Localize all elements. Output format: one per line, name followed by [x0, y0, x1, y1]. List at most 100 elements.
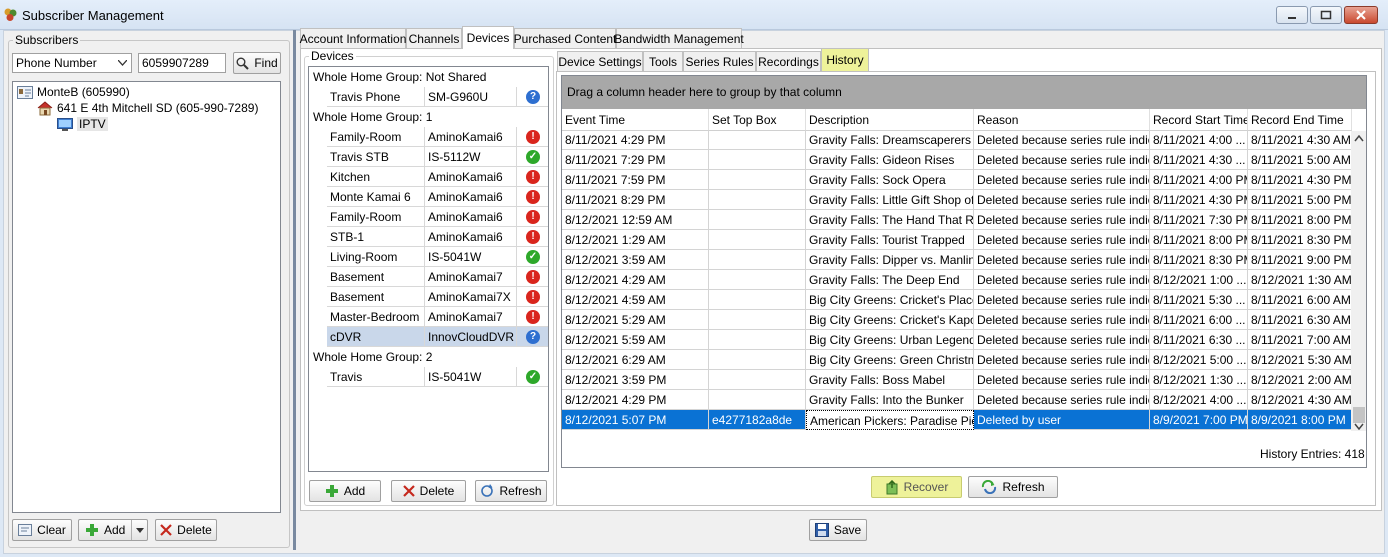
history-cell: Gravity Falls: Sock Opera [806, 170, 974, 190]
error-status-icon: ! [526, 290, 540, 304]
device-row[interactable]: Monte Kamai 6 AminoKamai6! [327, 187, 548, 207]
vertical-scrollbar[interactable] [1351, 131, 1366, 431]
column-header[interactable]: Record End Time [1248, 109, 1352, 131]
history-cell: 8/12/2021 2:00 AM [1248, 370, 1352, 390]
delete-subscriber-button[interactable]: Delete [155, 519, 217, 541]
tab-channels[interactable]: Channels [406, 28, 462, 49]
tree-node-account[interactable]: MonteB (605990) [17, 84, 130, 100]
device-row[interactable]: Travis IS-5041W ✓ [327, 367, 548, 387]
add-device-button[interactable]: Add [309, 480, 381, 502]
delete-device-label: Delete [419, 484, 455, 498]
tree-node-address[interactable]: 641 E 4th Mitchell SD (605-990-7289) [37, 100, 258, 116]
history-row[interactable]: 8/11/2021 7:29 PM Gravity Falls: Gideon R… [562, 150, 1352, 170]
tab-bandwidth-management[interactable]: Bandwidth Management [614, 28, 744, 49]
search-input[interactable]: 6059907289 [138, 53, 226, 73]
history-grid[interactable]: Drag a column header here to group by th… [561, 75, 1367, 468]
error-status-icon: ! [526, 130, 540, 144]
device-row[interactable]: Family-Room AminoKamai6! [327, 127, 548, 147]
device-model: IS-5112W [425, 147, 517, 167]
device-row[interactable]: Travis STB IS-5112W ✓ [327, 147, 548, 167]
group-by-panel[interactable]: Drag a column header here to group by th… [562, 76, 1366, 109]
history-row[interactable]: 8/12/2021 1:29 AM Gravity Falls: Tourist … [562, 230, 1352, 250]
device-list[interactable]: Whole Home Group: Not Shared Travis Phone… [308, 66, 549, 472]
minimize-button[interactable] [1276, 6, 1308, 24]
history-row[interactable]: 8/12/2021 5:07 PM e4277182a8de American Pi… [562, 410, 1352, 430]
device-row[interactable]: Basement AminoKamai7X! [327, 287, 548, 307]
history-row[interactable]: 8/12/2021 3:59 PM Gravity Falls: Boss Mab… [562, 370, 1352, 390]
history-cell: 8/12/2021 1:30 ... [1150, 370, 1248, 390]
tab-recordings[interactable]: Recordings [756, 51, 821, 72]
column-header[interactable]: Set Top Box [709, 109, 806, 131]
tab-history[interactable]: History [821, 48, 869, 71]
device-group-header[interactable]: Whole Home Group: Not Shared [313, 67, 486, 87]
device-model: AminoKamai6 [425, 187, 517, 207]
history-cell: Deleted because series rule indic... [974, 170, 1150, 190]
history-row[interactable]: 8/12/2021 5:29 AM Big City Greens: Cricke… [562, 310, 1352, 330]
history-row[interactable]: 8/12/2021 12:59 AM Gravity Falls: The Han… [562, 210, 1352, 230]
history-row[interactable]: 8/12/2021 4:29 AM Gravity Falls: The Deep… [562, 270, 1352, 290]
column-header[interactable]: Reason [974, 109, 1150, 131]
scroll-down-icon[interactable] [1354, 423, 1364, 430]
device-row[interactable]: Travis Phone SM-G960U? [327, 87, 548, 107]
history-row[interactable]: 8/12/2021 5:59 AM Big City Greens: Urban … [562, 330, 1352, 350]
history-row[interactable]: 8/11/2021 8:29 PM Gravity Falls: Little G… [562, 190, 1352, 210]
recover-button[interactable]: Recover [871, 476, 962, 498]
history-cell: 8/11/2021 8:00 PM [1150, 230, 1248, 250]
error-status-icon: ! [526, 270, 540, 284]
history-row[interactable]: 8/11/2021 4:29 PM Gravity Falls: Dreamsca… [562, 130, 1352, 150]
history-cell: Deleted because series rule indic... [974, 250, 1150, 270]
history-row[interactable]: 8/12/2021 6:29 AM Big City Greens: Green … [562, 350, 1352, 370]
maximize-icon [1320, 10, 1332, 20]
refresh-devices-button[interactable]: Refresh [475, 480, 547, 502]
tab-purchased-content[interactable]: Purchased Content [514, 28, 616, 49]
device-row[interactable]: Family-Room AminoKamai6! [327, 207, 548, 227]
history-row[interactable]: 8/12/2021 4:59 AM Big City Greens: Cricke… [562, 290, 1352, 310]
tree-node-service[interactable]: IPTV [57, 116, 108, 132]
history-cell: 8/12/2021 4:59 AM [562, 290, 709, 310]
maximize-button[interactable] [1310, 6, 1342, 24]
device-row[interactable]: Living-Room IS-5041W ✓ [327, 247, 548, 267]
find-button[interactable]: Find [233, 52, 281, 74]
tab-device-settings[interactable]: Device Settings [557, 51, 643, 72]
device-row[interactable]: Master-Bedroom AminoKamai7! [327, 307, 548, 327]
history-cell: 8/11/2021 5:00 PM [1248, 190, 1352, 210]
delete-device-button[interactable]: Delete [391, 480, 466, 502]
history-cell: 8/9/2021 8:00 PM [1248, 410, 1352, 430]
device-row[interactable]: cDVR InnovCloudDVR? [327, 327, 548, 347]
history-cell: 8/11/2021 8:30 PM [1150, 250, 1248, 270]
splitter[interactable] [293, 30, 296, 550]
scroll-thumb[interactable] [1353, 407, 1365, 423]
dropdown-arrow-icon[interactable] [136, 528, 144, 533]
column-header[interactable]: Description [806, 109, 974, 131]
subscriber-tree[interactable]: MonteB (605990) 641 E 4th Mitchell SD (6… [12, 81, 281, 513]
refresh-history-button[interactable]: Refresh [968, 476, 1058, 498]
search-type-select[interactable]: Phone Number [12, 53, 132, 73]
clear-button[interactable]: Clear [12, 519, 72, 541]
device-group-header[interactable]: Whole Home Group: 1 [313, 107, 432, 127]
tab-series-rules[interactable]: Series Rules [683, 51, 756, 72]
device-name: Basement [327, 287, 425, 307]
tab-devices[interactable]: Devices [462, 26, 514, 49]
column-header[interactable]: Record Start Time [1150, 109, 1248, 131]
history-row[interactable]: 8/12/2021 3:59 AM Gravity Falls: Dipper v… [562, 250, 1352, 270]
device-model: SM-G960U [425, 87, 517, 107]
device-model: AminoKamai7X [425, 287, 517, 307]
history-cell [709, 390, 806, 410]
close-button[interactable] [1344, 6, 1378, 24]
save-button[interactable]: Save [809, 519, 867, 541]
history-row[interactable]: 8/11/2021 7:59 PM Gravity Falls: Sock Ope… [562, 170, 1352, 190]
device-group-header[interactable]: Whole Home Group: 2 [313, 347, 432, 367]
tab-account-information[interactable]: Account Information [300, 28, 406, 49]
device-row[interactable]: STB-1 AminoKamai6! [327, 227, 548, 247]
device-row[interactable]: Basement AminoKamai7! [327, 267, 548, 287]
devices-group-label: Devices [309, 49, 356, 63]
history-cell [709, 210, 806, 230]
device-name: Kitchen [327, 167, 425, 187]
add-subscriber-button[interactable]: Add [78, 519, 148, 541]
column-header[interactable]: Event Time [562, 109, 709, 131]
history-row[interactable]: 8/12/2021 4:29 PM Gravity Falls: Into the… [562, 390, 1352, 410]
history-cell: 8/11/2021 6:30 ... [1150, 330, 1248, 350]
scroll-up-icon[interactable] [1354, 135, 1364, 142]
tab-tools[interactable]: Tools [643, 51, 683, 72]
device-row[interactable]: Kitchen AminoKamai6! [327, 167, 548, 187]
